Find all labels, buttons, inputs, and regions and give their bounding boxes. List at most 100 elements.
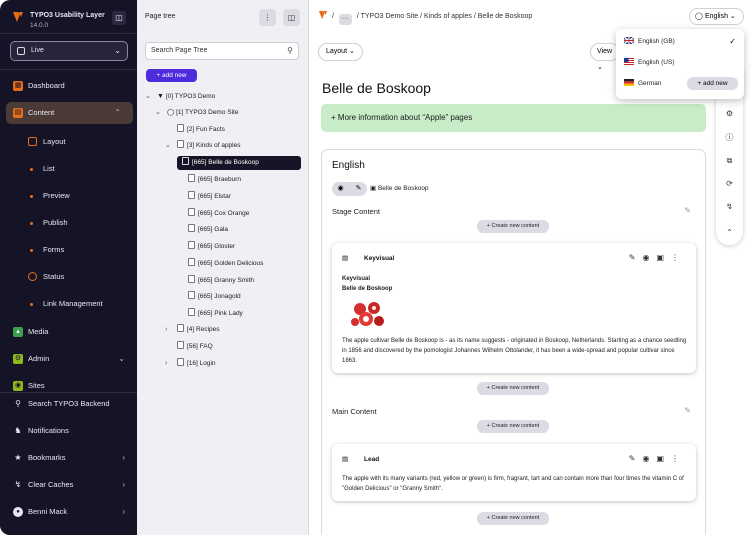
subnav-forms[interactable]: Forms (0, 239, 137, 261)
page-icon (188, 224, 195, 232)
tree-node[interactable]: [665] Gloster (188, 240, 235, 254)
subnav-publish[interactable]: Publish (0, 212, 137, 234)
tree-node-selected[interactable]: [665] Belle de Boskoop (177, 156, 301, 170)
caret-down-icon[interactable]: ⌄ (165, 139, 171, 153)
divider (0, 33, 137, 34)
nav-media[interactable]: ▴ Media (0, 321, 137, 343)
add-new-page-button[interactable]: + add new (146, 69, 197, 82)
tree-node[interactable]: [665] Jonagold (188, 290, 241, 304)
text-icon: ▤ (342, 456, 349, 463)
toggle-icon[interactable]: ◉ (642, 253, 656, 262)
tree-node[interactable]: ⌄ [3] Kinds of apples (165, 139, 240, 153)
column-edit-icon[interactable]: ✎ (684, 206, 691, 215)
tree-node[interactable]: [56] FAQ (177, 340, 213, 354)
user-menu[interactable]: ● Benni Mack › (0, 501, 137, 523)
toggle-icon[interactable]: ◉ (642, 454, 656, 463)
chevron-down-icon: ⌄ (118, 354, 125, 363)
caret-down-icon[interactable]: ⌄ (145, 90, 151, 104)
column-edit-icon[interactable]: ✎ (684, 406, 691, 415)
language-select[interactable]: ◯ English ⌄ (689, 8, 744, 25)
typo3-logo-icon (318, 10, 328, 20)
nav-content[interactable]: ▤ Content ⌃ (6, 102, 133, 124)
search-backend[interactable]: ⚲ Search TYPO3 Backend (0, 393, 137, 415)
content-element-lead[interactable]: ▤ Lead ✎◉▣⋮ The apple with its many vari… (332, 444, 696, 501)
create-new-content-button[interactable]: + Create new content (477, 382, 549, 395)
breadcrumb-item[interactable]: TYPO3 Demo Site (361, 13, 419, 20)
layout-label: Layout (326, 48, 348, 55)
flag-gb-icon (624, 37, 634, 44)
subnav-status[interactable]: Status (0, 266, 137, 288)
page-tree-search[interactable]: Search Page Tree ⚲ (145, 42, 299, 60)
info-icon[interactable]: ⓘ (716, 130, 743, 146)
nav-label: Dashboard (28, 81, 65, 90)
pencil-icon[interactable]: ✎ (350, 182, 367, 196)
language-option-en-gb[interactable]: English (GB) (624, 36, 675, 48)
tree-node[interactable]: ⌄ ▼ [0] TYPO3 Demo (145, 90, 215, 104)
more-icon[interactable]: ⋮ (259, 9, 276, 26)
tree-node[interactable]: [665] Gala (188, 223, 228, 237)
node-label: [665] Braeburn (198, 176, 242, 183)
chevron-up-icon[interactable]: ⌃ (716, 225, 743, 241)
copy-icon[interactable]: ⧉ (716, 153, 743, 169)
clear-caches[interactable]: ↯ Clear Caches › (0, 474, 137, 496)
tree-node[interactable]: [665] Granny Smith (188, 274, 254, 288)
element-subheading: Belle de Boskoop (342, 286, 393, 292)
breadcrumb-separator: / (356, 13, 359, 20)
element-text: The apple with its many variants (red, y… (342, 476, 684, 492)
sidebar-toggle-icon[interactable]: ◫ (112, 11, 126, 25)
node-label: [665] Elstar (198, 193, 231, 200)
page-label: ▣ Belle de Boskoop (370, 184, 429, 192)
checkmark-icon: ✓ (729, 37, 736, 46)
content-element-keyvisual[interactable]: ▤ Keyvisual ✎◉▣⋮ Keyvisual Belle de Bosk… (332, 243, 696, 373)
subnav-preview[interactable]: Preview (0, 185, 137, 207)
workspace-select[interactable]: Live ⌄ (10, 41, 128, 61)
tree-node[interactable]: ⌄ ◯ [1] TYPO3 Demo Site (155, 106, 238, 120)
app-title: TYPO3 Usability Layer (30, 12, 105, 19)
view-label: View (597, 48, 613, 55)
info-panel[interactable]: + More information about “Apple” pages (321, 104, 706, 132)
tree-node[interactable]: [665] Cox Orange (188, 207, 249, 221)
more-icon[interactable]: ⋮ (671, 454, 686, 463)
refresh-icon[interactable]: ⟳ (716, 176, 743, 192)
add-language-button[interactable]: + add new (687, 77, 738, 90)
nav-dashboard[interactable]: ▦ Dashboard (0, 75, 137, 97)
language-option-label: English (GB) (638, 38, 675, 45)
tree-node[interactable]: › [4] Recipes (165, 323, 220, 337)
tree-node[interactable]: [2] Fun Facts (177, 123, 225, 137)
bookmarks[interactable]: ★ Bookmarks › (0, 447, 137, 469)
breadcrumb-item[interactable]: Kinds of apples (424, 13, 472, 20)
breadcrumb-separator: / (331, 13, 334, 20)
tree-node[interactable]: [665] Braeburn (188, 173, 241, 187)
caret-down-icon[interactable]: ⌄ (155, 106, 161, 120)
subnav-layout[interactable]: Layout (0, 131, 137, 153)
notifications[interactable]: ♞ Notifications (0, 420, 137, 442)
caret-right-icon[interactable]: › (165, 357, 167, 371)
subnav-list[interactable]: List (0, 158, 137, 180)
tree-node[interactable]: [665] Elstar (188, 190, 231, 204)
language-option-de[interactable]: German (624, 78, 661, 90)
trash-icon[interactable]: ▣ (656, 454, 671, 463)
create-new-content-button[interactable]: + Create new content (477, 512, 549, 525)
tree-node[interactable]: [665] Golden Delicious (188, 257, 263, 271)
language-option-en-us[interactable]: English (US) (624, 57, 674, 69)
create-new-content-button[interactable]: + Create new content (477, 220, 549, 233)
create-new-content-button[interactable]: + Create new content (477, 420, 549, 433)
tree-node[interactable]: › [16] Login (165, 357, 216, 371)
tree-node[interactable]: [665] Pink Lady (188, 307, 243, 321)
caret-right-icon[interactable]: › (165, 323, 167, 337)
breadcrumb-more-button[interactable]: ··· (338, 14, 352, 25)
settings-icon[interactable]: ⚙ (716, 106, 743, 122)
lightning-icon[interactable]: ↯ (716, 199, 743, 215)
pencil-icon[interactable]: ✎ (629, 253, 643, 262)
nav-admin[interactable]: ⚙ Admin ⌄ (0, 348, 137, 370)
eye-icon[interactable]: ◉ (332, 182, 349, 196)
layout-dropdown[interactable]: Layout ⌄ (318, 43, 363, 61)
subnav-link-management[interactable]: Link Management (0, 293, 137, 315)
nav-label: Admin (28, 354, 50, 363)
page-icon (177, 341, 184, 349)
pencil-icon[interactable]: ✎ (629, 454, 643, 463)
more-icon[interactable]: ⋮ (671, 253, 686, 262)
trash-icon[interactable]: ▣ (656, 253, 671, 262)
chevron-right-icon: › (122, 453, 125, 462)
collapse-panel-icon[interactable]: ◫ (283, 9, 300, 26)
